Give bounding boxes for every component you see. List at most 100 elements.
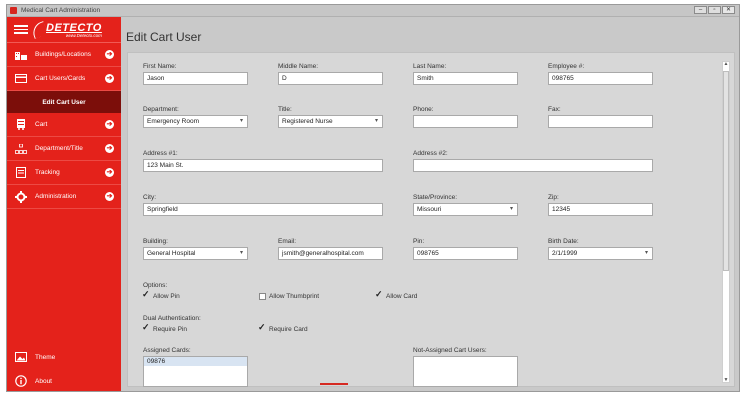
arrow-down-icon: ➔: [105, 74, 114, 83]
assigned-cards-list[interactable]: 09876: [143, 356, 248, 387]
app-icon: [10, 7, 17, 14]
close-button[interactable]: ✕: [722, 6, 735, 14]
window-controls: – ▫ ✕: [694, 6, 735, 14]
middle-name-input[interactable]: D: [278, 72, 383, 85]
fax-input[interactable]: [548, 115, 653, 128]
assigned-cards-label: Assigned Cards:: [143, 347, 191, 354]
sidebar-subitem-edit-cart-user[interactable]: Edit Cart User: [7, 91, 121, 113]
checkmark-icon: [142, 322, 150, 333]
arrow-right-icon: ➔: [105, 168, 114, 177]
city-label: City:: [143, 194, 156, 201]
detecto-logo: DETECTO www.Detecto.com: [30, 20, 102, 39]
address2-input[interactable]: [413, 159, 653, 172]
checkmark-icon: [142, 289, 150, 300]
state-select[interactable]: Missouri: [413, 203, 518, 216]
zip-input[interactable]: 12345: [548, 203, 653, 216]
vertical-scrollbar[interactable]: ▲ ▼: [722, 61, 730, 383]
main-content: Edit Cart User First Name: Jason Middle …: [121, 17, 739, 391]
sidebar-header: DETECTO www.Detecto.com: [7, 17, 121, 43]
last-name-input[interactable]: Smith: [413, 72, 518, 85]
accent-line: [320, 383, 348, 385]
clipboard-icon: [15, 167, 27, 178]
scrollbar-thumb[interactable]: [723, 71, 729, 271]
options-label: Options:: [143, 282, 168, 289]
title-label: Title:: [278, 106, 292, 113]
not-assigned-users-label: Not-Assigned Cart Users:: [413, 347, 487, 354]
first-name-input[interactable]: Jason: [143, 72, 248, 85]
arrow-right-icon: ➔: [105, 144, 114, 153]
address1-label: Address #1:: [143, 150, 178, 157]
sidebar: DETECTO www.Detecto.com Buildings/Locati…: [7, 17, 121, 391]
sidebar-item-about[interactable]: About: [7, 369, 121, 391]
info-icon: [15, 375, 27, 387]
allow-pin-checkbox[interactable]: Allow Pin: [142, 289, 180, 300]
minimize-button[interactable]: –: [694, 6, 707, 14]
require-card-checkbox[interactable]: Require Card: [258, 322, 308, 333]
app-window: Medical Cart Administration – ▫ ✕ DETECT…: [6, 4, 740, 392]
not-assigned-users-list[interactable]: [413, 356, 518, 387]
sidebar-item-cart[interactable]: Cart ➔: [7, 113, 121, 137]
first-name-label: First Name:: [143, 63, 177, 70]
sidebar-item-buildings-locations[interactable]: Buildings/Locations ➔: [7, 43, 121, 67]
sidebar-item-label: Department/Title: [35, 145, 83, 152]
sidebar-item-tracking[interactable]: Tracking ➔: [7, 161, 121, 185]
sidebar-item-label: Buildings/Locations: [35, 51, 92, 58]
arrow-right-icon: ➔: [105, 192, 114, 201]
sidebar-item-cart-users-cards[interactable]: Cart Users/Cards ➔: [7, 67, 121, 91]
email-input[interactable]: jsmith@generalhospital.com: [278, 247, 383, 260]
birth-date-label: Birth Date:: [548, 238, 579, 245]
checkmark-icon: [375, 289, 383, 300]
last-name-label: Last Name:: [413, 63, 447, 70]
zip-label: Zip:: [548, 194, 559, 201]
sidebar-item-label: Cart: [35, 121, 48, 128]
department-label: Department:: [143, 106, 179, 113]
allow-thumbprint-checkbox[interactable]: Allow Thumbprint: [259, 293, 319, 300]
sidebar-item-label: About: [35, 377, 52, 385]
title-select[interactable]: Registered Nurse: [278, 115, 383, 128]
department-select[interactable]: Emergency Room: [143, 115, 248, 128]
employee-number-label: Employee #:: [548, 63, 585, 70]
allow-card-checkbox[interactable]: Allow Card: [375, 289, 417, 300]
state-label: State/Province:: [413, 194, 458, 201]
fax-label: Fax:: [548, 106, 561, 113]
edit-cart-user-form: First Name: Jason Middle Name: D Last Na…: [127, 52, 735, 387]
building-select[interactable]: General Hospital: [143, 247, 248, 260]
email-label: Email:: [278, 238, 297, 245]
cart-icon: [15, 119, 27, 130]
sidebar-item-administration[interactable]: Administration ➔: [7, 185, 121, 209]
address1-input[interactable]: 123 Main St.: [143, 159, 383, 172]
sidebar-item-label: Theme: [35, 353, 56, 361]
pin-label: Pin:: [413, 238, 425, 245]
maximize-button[interactable]: ▫: [708, 6, 721, 14]
address2-label: Address #2:: [413, 150, 448, 157]
checkbox-empty-icon: [259, 293, 266, 300]
checkmark-icon: [258, 322, 266, 333]
pin-input[interactable]: 098765: [413, 247, 518, 260]
page-title: Edit Cart User: [126, 30, 202, 44]
birth-date-picker[interactable]: 2/1/1999: [548, 247, 653, 260]
sidebar-subitem-label: Edit Cart User: [42, 98, 86, 106]
picture-icon: [15, 352, 27, 362]
phone-input[interactable]: [413, 115, 518, 128]
city-input[interactable]: Springfield: [143, 203, 383, 216]
employee-number-input[interactable]: 098765: [548, 72, 653, 85]
list-item[interactable]: 09876: [144, 357, 247, 366]
arrow-right-icon: ➔: [105, 120, 114, 129]
middle-name-label: Middle Name:: [278, 63, 319, 70]
hamburger-menu-icon[interactable]: [14, 25, 28, 34]
window-title: Medical Cart Administration: [21, 7, 101, 14]
building-icon: [15, 50, 27, 60]
phone-label: Phone:: [413, 106, 434, 113]
sidebar-item-theme[interactable]: Theme: [7, 345, 121, 369]
sidebar-item-label: Administration: [35, 193, 77, 200]
building-label: Building:: [143, 238, 168, 245]
scroll-up-icon[interactable]: ▲: [722, 61, 730, 67]
scroll-down-icon[interactable]: ▼: [722, 377, 730, 383]
sidebar-item-label: Tracking: [35, 169, 60, 176]
sidebar-item-department-title[interactable]: Department/Title ➔: [7, 137, 121, 161]
require-pin-checkbox[interactable]: Require Pin: [142, 322, 187, 333]
arrow-right-icon: ➔: [105, 50, 114, 59]
card-icon: [15, 74, 27, 84]
sidebar-item-label: Cart Users/Cards: [35, 75, 86, 82]
gear-icon: [15, 190, 27, 203]
